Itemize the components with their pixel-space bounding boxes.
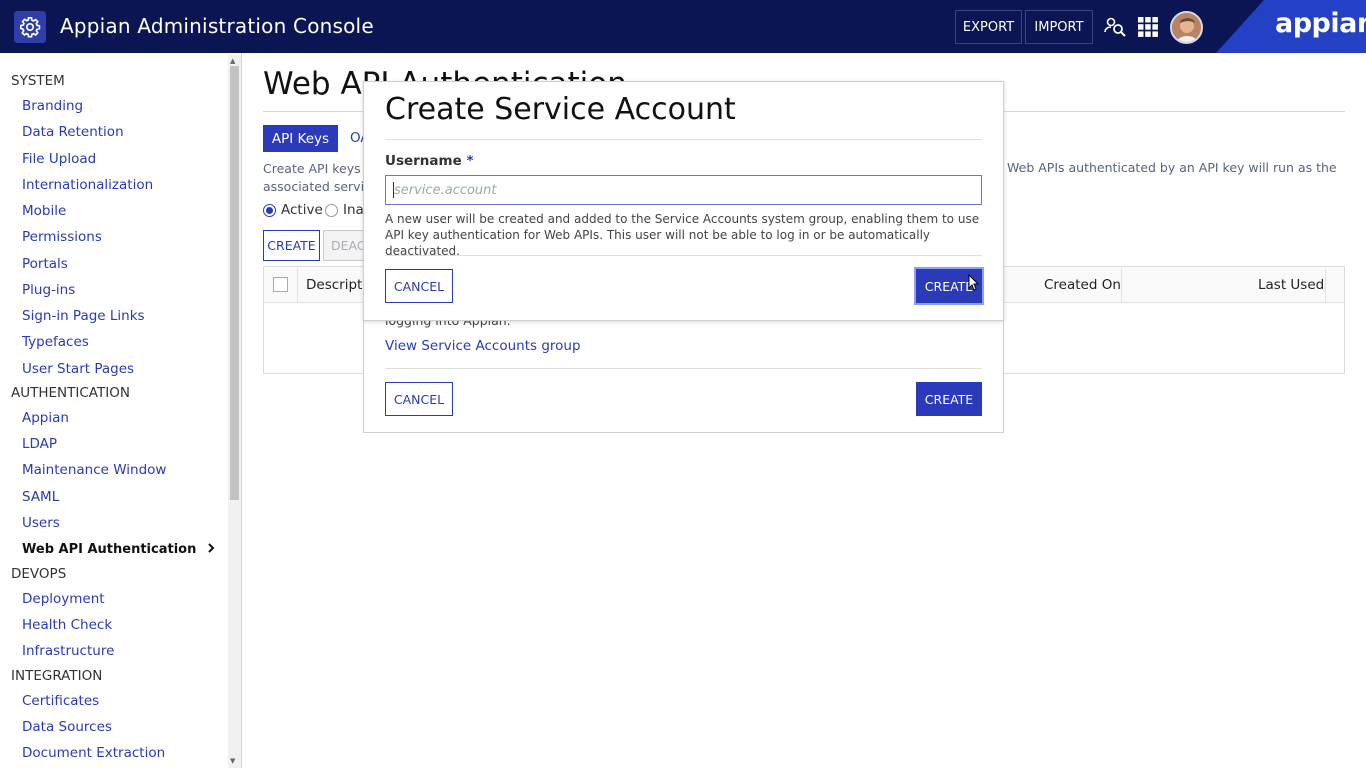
sidebar-scroll-thumb[interactable] xyxy=(230,66,239,500)
dialog-title: Create Service Account xyxy=(385,92,736,127)
mouse-pointer-icon xyxy=(968,273,980,296)
sidebar-item-health-check[interactable]: Health Check xyxy=(22,617,112,633)
sidebar-item-label: Web API Authentication xyxy=(22,542,197,557)
sidebar-section-integration: INTEGRATION xyxy=(11,668,103,684)
background-dialog-divider xyxy=(385,368,982,369)
sidebar-item-plug-ins[interactable]: Plug-ins xyxy=(22,282,75,298)
sidebar-item-internationalization[interactable]: Internationalization xyxy=(22,177,153,193)
radio-active[interactable] xyxy=(263,204,276,217)
export-button[interactable]: EXPORT xyxy=(955,10,1022,44)
radio-active-label: Active xyxy=(281,202,323,218)
sidebar-section-devops: DEVOPS xyxy=(11,566,67,582)
background-cancel-button[interactable]: CANCEL xyxy=(385,382,453,416)
view-service-accounts-link[interactable]: View Service Accounts group xyxy=(385,338,581,354)
dialog-footer-divider xyxy=(385,255,982,256)
required-marker: * xyxy=(466,153,474,169)
sidebar-section-authentication: AUTHENTICATION xyxy=(11,385,130,401)
sidebar-item-deployment[interactable]: Deployment xyxy=(22,591,105,607)
sidebar-item-certificates[interactable]: Certificates xyxy=(22,693,99,709)
sidebar-item-web-api-authentication[interactable]: Web API Authentication xyxy=(22,542,215,557)
search-users-icon[interactable] xyxy=(1102,14,1128,40)
appian-logo: appian xyxy=(1275,8,1366,39)
page-description-continued: Web APIs authenticated by an API key wil… xyxy=(1007,160,1337,175)
avatar[interactable] xyxy=(1170,11,1203,44)
app-grid-icon[interactable] xyxy=(1135,14,1161,40)
sidebar-item-ldap[interactable]: LDAP xyxy=(22,436,57,452)
sidebar-item-saml[interactable]: SAML xyxy=(22,489,59,505)
chevron-right-icon xyxy=(207,542,215,557)
select-all-checkbox[interactable] xyxy=(273,277,288,292)
sidebar-item-mobile[interactable]: Mobile xyxy=(22,203,66,219)
column-created-on[interactable]: Created On xyxy=(1044,277,1121,293)
sidebar-item-users[interactable]: Users xyxy=(22,515,60,531)
sidebar-item-user-start-pages[interactable]: User Start Pages xyxy=(22,361,134,377)
column-divider xyxy=(1325,268,1326,302)
sidebar-item-appian[interactable]: Appian xyxy=(22,410,69,426)
app-title: Appian Administration Console xyxy=(60,14,374,38)
scroll-down-icon[interactable]: ▼ xyxy=(230,757,235,765)
import-button[interactable]: IMPORT xyxy=(1025,10,1093,44)
sidebar-item-typefaces[interactable]: Typefaces xyxy=(22,334,89,350)
sidebar-section-system: SYSTEM xyxy=(11,73,65,89)
sidebar-item-infrastructure[interactable]: Infrastructure xyxy=(22,643,114,659)
scroll-up-icon[interactable]: ▲ xyxy=(230,57,235,65)
create-api-key-button[interactable]: CREATE xyxy=(263,230,320,261)
radio-inactive[interactable] xyxy=(325,204,338,217)
dialog-divider xyxy=(385,139,982,140)
column-divider xyxy=(297,268,298,302)
username-input[interactable] xyxy=(385,175,982,205)
gear-icon[interactable] xyxy=(14,11,46,43)
sidebar-item-portals[interactable]: Portals xyxy=(22,256,68,272)
column-divider xyxy=(1121,268,1122,302)
text-caret xyxy=(393,182,394,198)
username-label: Username * xyxy=(385,153,474,169)
sidebar-item-file-upload[interactable]: File Upload xyxy=(22,151,96,167)
username-label-text: Username xyxy=(385,153,462,169)
tab-api-keys[interactable]: API Keys xyxy=(263,125,338,152)
sidebar-item-maintenance-window[interactable]: Maintenance Window xyxy=(22,462,166,478)
sidebar-item-permissions[interactable]: Permissions xyxy=(22,229,102,245)
cancel-button[interactable]: CANCEL xyxy=(385,269,453,303)
sidebar-item-branding[interactable]: Branding xyxy=(22,98,83,114)
sidebar-item-document-extraction[interactable]: Document Extraction xyxy=(22,745,165,761)
sidebar-item-data-retention[interactable]: Data Retention xyxy=(22,124,124,140)
background-create-button[interactable]: CREATE xyxy=(916,382,982,416)
column-last-used[interactable]: Last Used xyxy=(1258,277,1324,293)
sidebar-item-data-sources[interactable]: Data Sources xyxy=(22,719,112,735)
sidebar-item-sign-in-page-links[interactable]: Sign-in Page Links xyxy=(22,308,145,324)
username-help-text: A new user will be created and added to … xyxy=(385,212,980,258)
